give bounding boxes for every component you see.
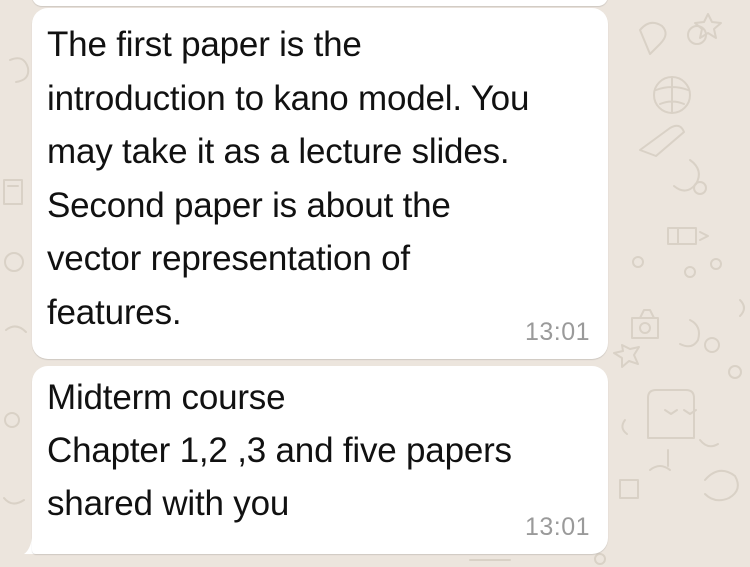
message-text: The first paper is the introduction to k… (47, 25, 530, 332)
message-timestamp: 13:01 (524, 318, 590, 346)
message-bubble[interactable]: The first paper is the introduction to k… (32, 8, 608, 359)
message-text: Midterm course Chapter 1,2 ,3 and five p… (47, 378, 512, 523)
previous-message-bubble-edge (32, 0, 608, 6)
message-bubble[interactable]: Midterm course Chapter 1,2 ,3 and five p… (32, 366, 608, 554)
message-timestamp: 13:01 (524, 513, 590, 541)
